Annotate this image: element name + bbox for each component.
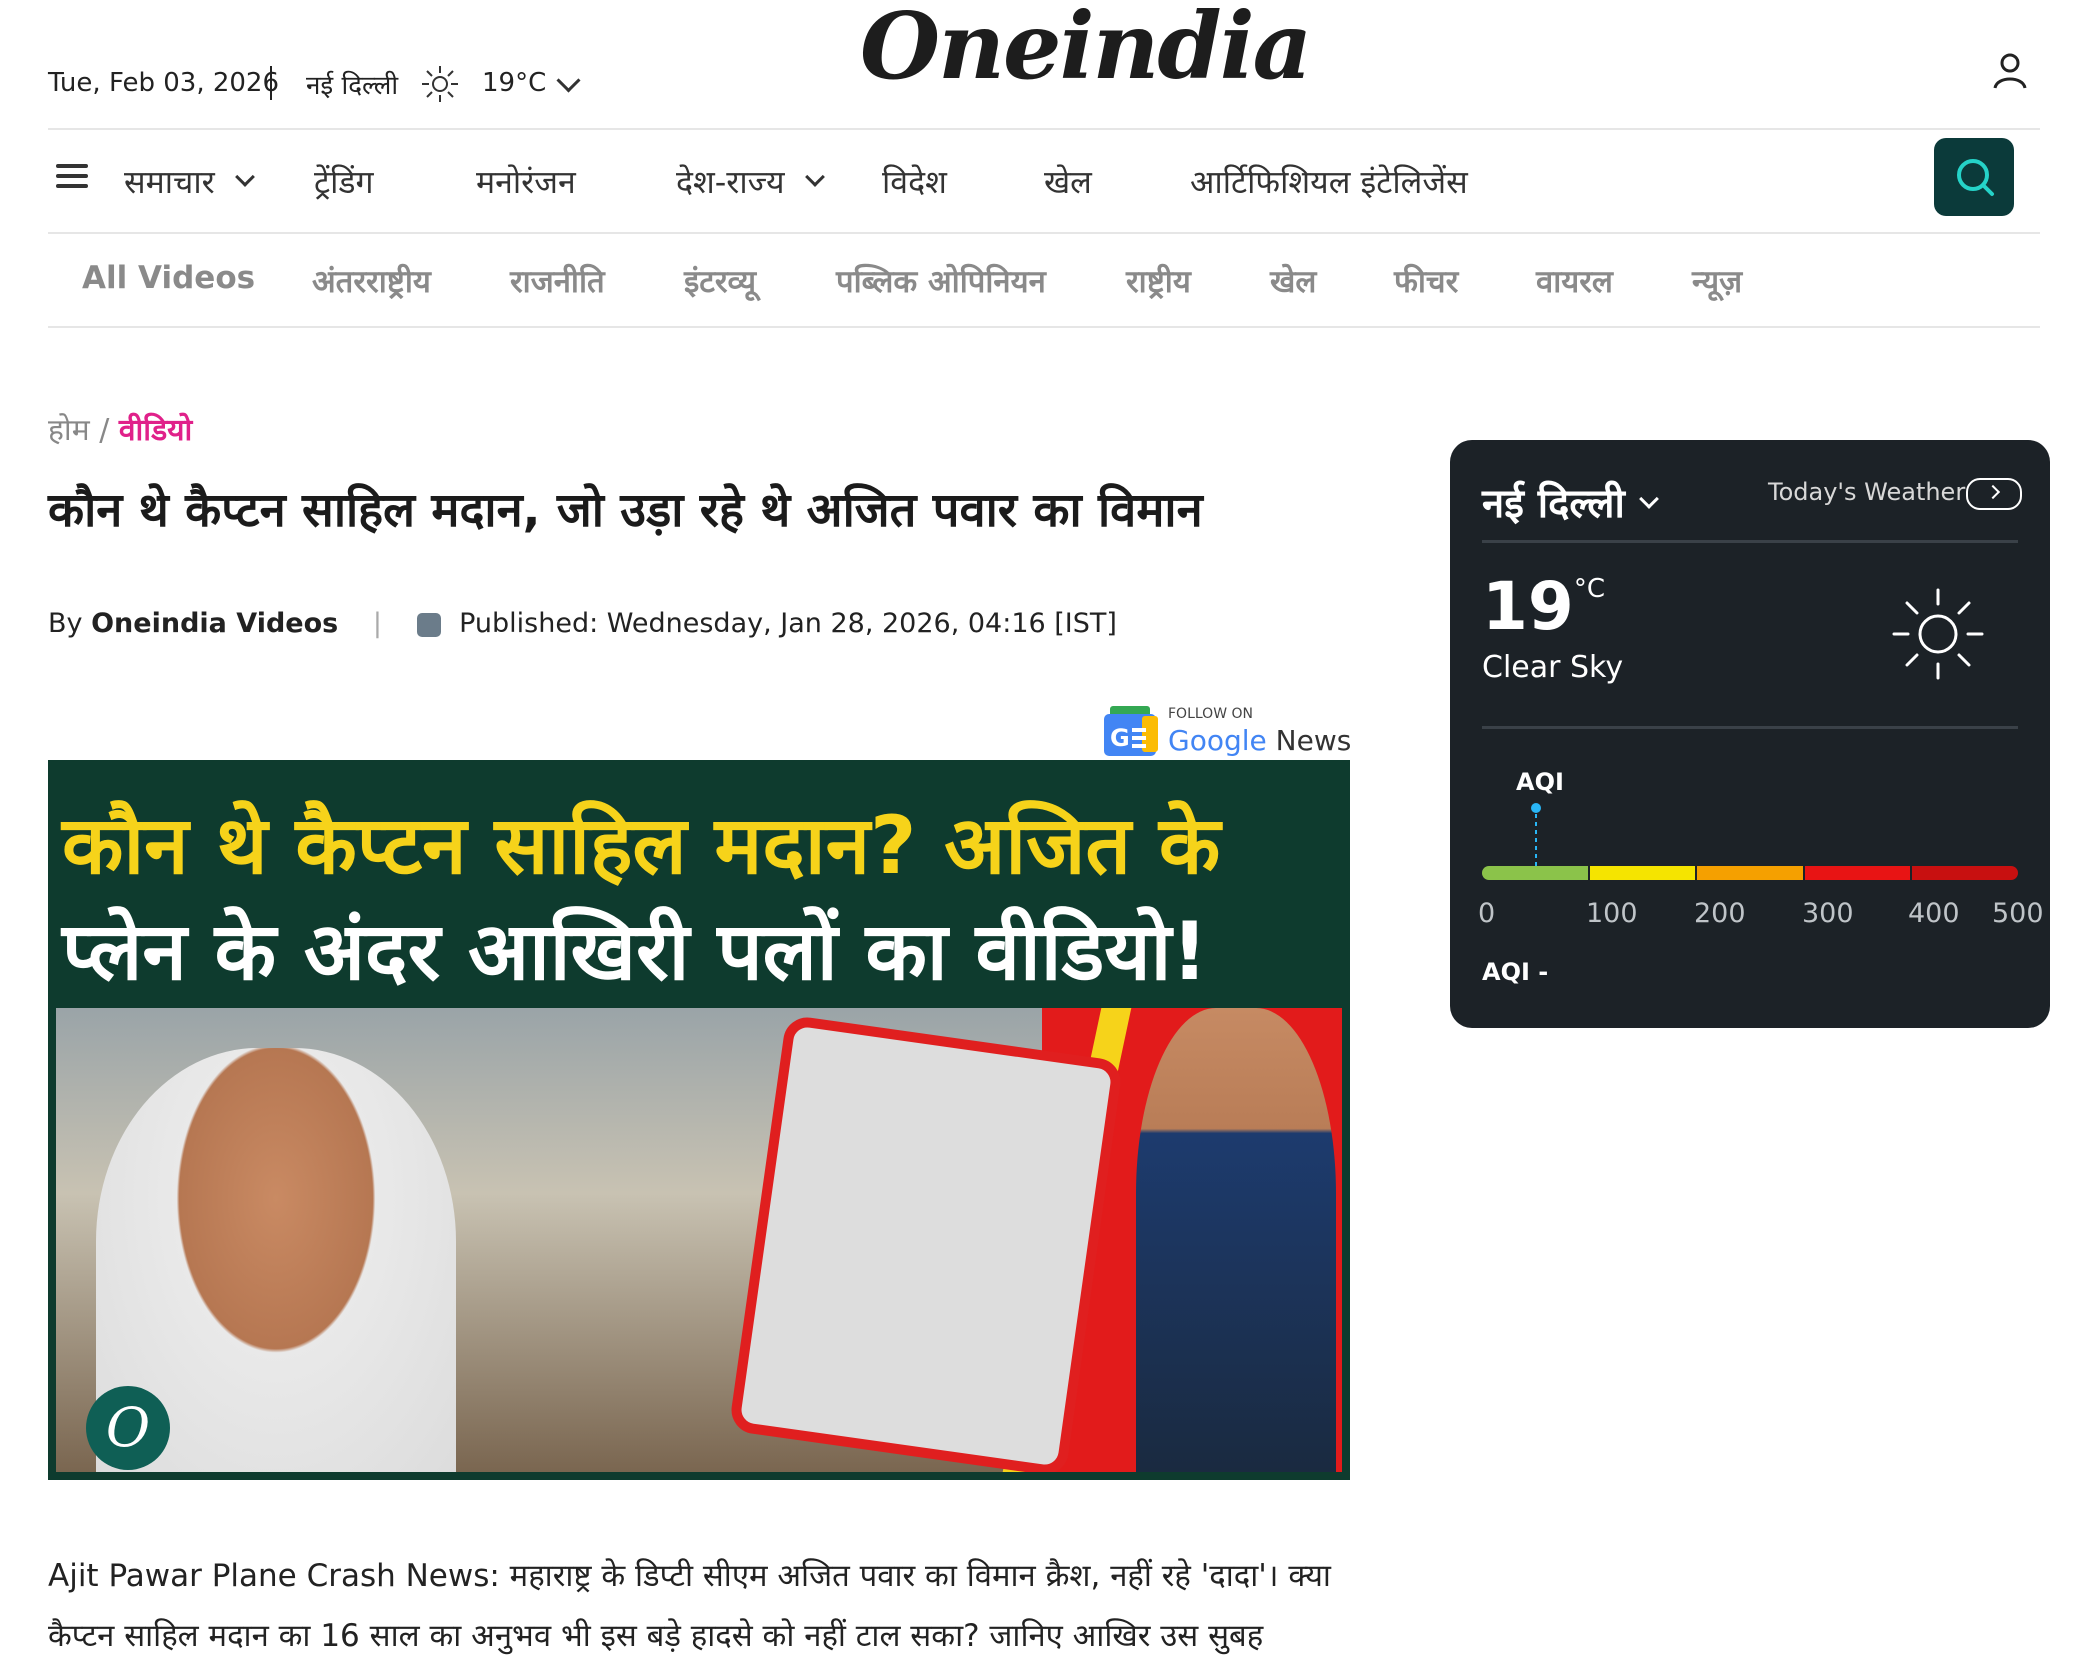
- aqi-value: AQI -: [1482, 958, 1549, 986]
- header-temperature[interactable]: 19°C: [482, 68, 546, 98]
- nav-item-states[interactable]: देश-राज्य: [676, 160, 785, 203]
- search-icon: [1957, 159, 1994, 196]
- chevron-right-icon: [1985, 484, 2001, 500]
- nav-item-sports[interactable]: खेल: [1044, 160, 1092, 203]
- chevron-down-icon[interactable]: [1639, 489, 1659, 509]
- breadcrumb-current[interactable]: वीडियो: [119, 413, 192, 448]
- site-logo[interactable]: Oneindia: [860, 0, 1312, 100]
- publish-date: Published: Wednesday, Jan 28, 2026, 04:1…: [459, 608, 1117, 639]
- chevron-down-icon[interactable]: [235, 167, 255, 187]
- aqi-tick: 400: [1908, 898, 1960, 929]
- by-prefix: By: [48, 608, 83, 639]
- clock-icon: [416, 612, 441, 637]
- subnav-viral[interactable]: वायरल: [1536, 260, 1613, 302]
- author-link[interactable]: Oneindia Videos: [91, 608, 338, 639]
- weather-condition: Clear Sky: [1482, 650, 1624, 685]
- aqi-segment-satisfactory: [1589, 866, 1698, 880]
- weather-temp-unit: °C: [1573, 574, 1606, 604]
- nav-item-news[interactable]: समाचार: [124, 160, 215, 203]
- breadcrumb: होम / वीडियो: [48, 408, 192, 449]
- aqi-scale-bar: [1482, 866, 2018, 880]
- aqi-tick: 100: [1586, 898, 1638, 929]
- follow-on-label: FOLLOW ON: [1168, 706, 1253, 722]
- sun-icon: [1892, 588, 1984, 680]
- hamburger-menu-icon[interactable]: [56, 164, 88, 188]
- subnav-national[interactable]: राष्ट्रीय: [1126, 260, 1191, 302]
- video-thumbnail-image: O: [56, 1008, 1342, 1472]
- weather-widget: नई दिल्ली Today's Weather 19°C Clear Sky…: [1450, 440, 2050, 1028]
- weather-label: Today's Weather: [1768, 478, 1966, 506]
- google-news-follow-button[interactable]: G FOLLOW ON Google News: [1102, 704, 1351, 760]
- thumbnail-channel-logo: O: [86, 1386, 170, 1470]
- byline: By Oneindia Videos | Published: Wednesda…: [48, 608, 1117, 639]
- search-button[interactable]: [1934, 138, 2014, 216]
- divider: |: [372, 608, 382, 639]
- subnav-politics[interactable]: राजनीति: [510, 260, 605, 302]
- aqi-segment-severe: [1912, 866, 2018, 880]
- subnav-public-opinion[interactable]: पब्लिक ओपिनियन: [836, 260, 1046, 302]
- video-sub-nav: All Videos अंतरराष्ट्रीय राजनीति इंटरव्य…: [48, 234, 2040, 328]
- breadcrumb-separator: /: [99, 413, 110, 448]
- article-description: Ajit Pawar Plane Crash News: महाराष्ट्र …: [48, 1558, 1331, 1654]
- aqi-label: AQI: [1516, 768, 1564, 796]
- google-news-icon: G: [1104, 706, 1158, 756]
- weather-temperature: 19°C: [1482, 568, 1605, 645]
- svg-text:G: G: [1110, 724, 1130, 752]
- main-nav: समाचार ट्रेंडिंग मनोरंजन देश-राज्य विदेश…: [48, 130, 2040, 234]
- breadcrumb-home[interactable]: होम: [48, 413, 90, 448]
- chevron-down-icon[interactable]: [805, 167, 825, 187]
- thumbnail-headline-line2: प्लेन के अंदर आखिरी पलों का वीडियो!: [62, 905, 1208, 998]
- weather-temp-value: 19: [1482, 568, 1574, 645]
- current-date: Tue, Feb 03, 2026: [48, 68, 280, 98]
- divider: [1482, 726, 2018, 729]
- aqi-tick: 200: [1694, 898, 1746, 929]
- subnav-feature[interactable]: फीचर: [1394, 260, 1458, 302]
- nav-item-ai[interactable]: आर्टिफिशियल इंटेलिजेंस: [1190, 160, 1468, 203]
- subnav-sports[interactable]: खेल: [1270, 260, 1316, 302]
- google-wordmark: Google: [1168, 724, 1267, 757]
- news-wordmark: News: [1275, 724, 1352, 757]
- page-title: कौन थे कैप्टन साहिल मदान, जो उड़ा रहे थे…: [48, 483, 1203, 538]
- user-icon[interactable]: [1990, 50, 2030, 90]
- aqi-segment-moderate: [1697, 866, 1805, 880]
- google-news-label: Google News: [1168, 724, 1351, 757]
- aqi-tick: 500: [1992, 898, 2044, 929]
- subnav-international[interactable]: अंतरराष्ट्रीय: [312, 260, 431, 302]
- aqi-pointer: [1531, 803, 1541, 868]
- aqi-segment-poor: [1804, 866, 1913, 880]
- divider: [1482, 540, 2018, 543]
- sun-icon: [422, 66, 458, 102]
- aqi-tick: 300: [1802, 898, 1854, 929]
- thumbnail-headline-line1: कौन थे कैप्टन साहिल मदान? अजित के: [62, 799, 1221, 892]
- aqi-tick: 0: [1478, 898, 1496, 929]
- thumbnail-person-right: [1136, 1008, 1336, 1472]
- subnav-news[interactable]: न्यूज़: [1692, 260, 1742, 302]
- weather-toggle[interactable]: [1966, 478, 2022, 510]
- chevron-down-icon[interactable]: [556, 68, 581, 93]
- video-player[interactable]: कौन थे कैप्टन साहिल मदान? अजित के प्लेन …: [48, 760, 1350, 1480]
- top-bar: Tue, Feb 03, 2026 नई दिल्ली 19°C Oneindi…: [48, 0, 2040, 130]
- nav-item-entertainment[interactable]: मनोरंजन: [476, 160, 576, 203]
- divider: [270, 66, 272, 100]
- subnav-interview[interactable]: इंटरव्यू: [684, 260, 756, 302]
- subnav-all-videos[interactable]: All Videos: [82, 260, 255, 296]
- weather-city-selector[interactable]: नई दिल्ली: [1482, 474, 1625, 529]
- thumbnail-pilot-photo: [728, 1014, 1124, 1472]
- location-city[interactable]: नई दिल्ली: [306, 66, 398, 102]
- aqi-segment-good: [1482, 866, 1590, 880]
- nav-item-world[interactable]: विदेश: [882, 160, 947, 203]
- nav-item-trending[interactable]: ट्रेंडिंग: [314, 160, 374, 203]
